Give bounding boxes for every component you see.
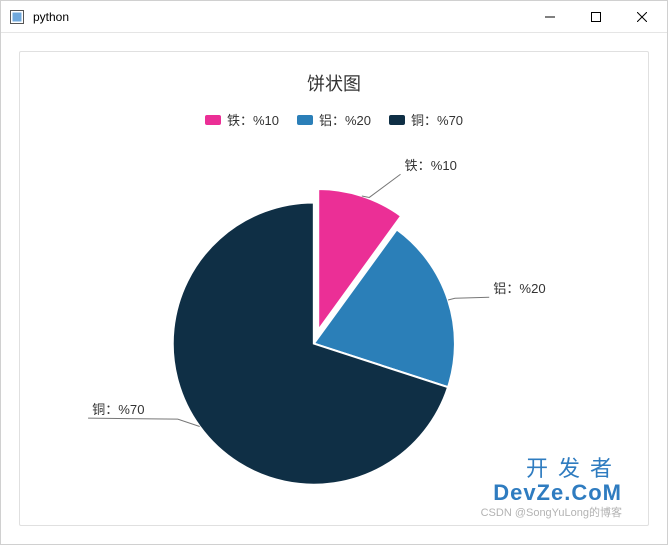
legend-swatch-icon	[389, 115, 405, 125]
chart-container: 饼状图 铁：%10 铝：%20 铜：%70 铁：%10 铝：%20 铜：%70	[19, 51, 649, 526]
minimize-icon	[545, 12, 555, 22]
legend-label: 铜：%70	[411, 110, 463, 129]
leader-line	[362, 174, 401, 197]
chart-title: 饼状图	[20, 70, 648, 96]
legend-swatch-icon	[205, 115, 221, 125]
window-title: python	[33, 10, 69, 24]
legend-label: 铝：%20	[319, 110, 371, 129]
titlebar: python	[1, 1, 667, 33]
maximize-button[interactable]	[573, 2, 619, 32]
legend-item-iron[interactable]: 铁：%10	[205, 110, 279, 129]
window-content: 饼状图 铁：%10 铝：%20 铜：%70 铁：%10 铝：%20 铜：%70	[1, 33, 667, 544]
slice-label: 铝：%20	[493, 281, 545, 296]
close-button[interactable]	[619, 2, 665, 32]
close-icon	[637, 12, 647, 22]
minimize-button[interactable]	[527, 2, 573, 32]
leader-line	[88, 418, 200, 426]
app-window: python 饼状图 铁：%10	[0, 0, 668, 545]
chart-legend: 铁：%10 铝：%20 铜：%70	[20, 110, 648, 129]
pie-chart: 铁：%10 铝：%20 铜：%70	[20, 142, 648, 525]
slice-label: 铁：%10	[405, 158, 457, 173]
legend-swatch-icon	[297, 115, 313, 125]
slice-label: 铜：%70	[92, 402, 144, 417]
legend-item-copper[interactable]: 铜：%70	[389, 110, 463, 129]
app-icon	[9, 9, 25, 25]
pie-svg: 铁：%10 铝：%20 铜：%70	[20, 142, 648, 525]
maximize-icon	[591, 12, 601, 22]
leader-line	[448, 297, 489, 300]
legend-label: 铁：%10	[227, 110, 279, 129]
legend-item-aluminum[interactable]: 铝：%20	[297, 110, 371, 129]
